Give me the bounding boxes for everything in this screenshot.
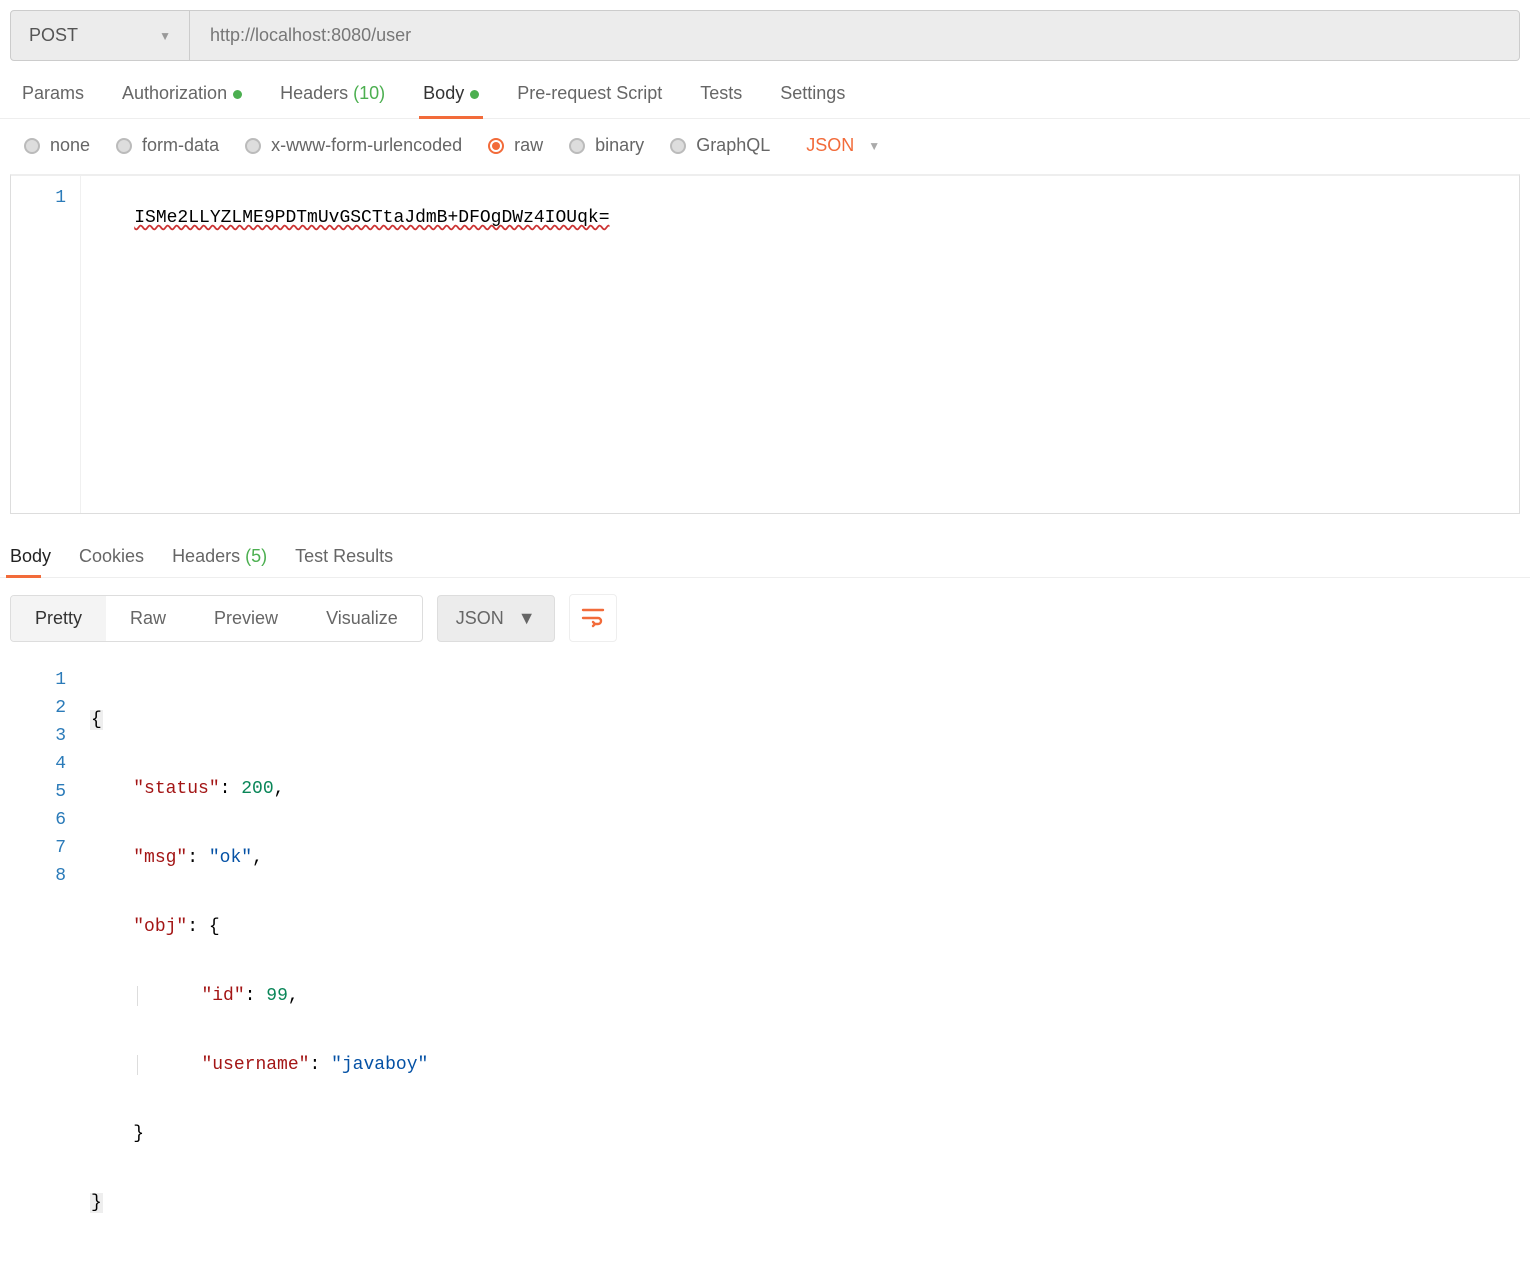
body-type-binary[interactable]: binary — [569, 135, 644, 156]
resp-line: } — [90, 1189, 1510, 1218]
http-method-value: POST — [29, 25, 78, 46]
resp-line: "status": 200, — [90, 775, 1510, 804]
tab-authorization-label: Authorization — [122, 83, 227, 103]
resp-line: "msg": "ok", — [90, 844, 1510, 873]
radio-icon — [116, 138, 132, 154]
body-type-raw-label: raw — [514, 135, 543, 156]
editor-code[interactable]: ISMe2LLYZLME9PDTmUvGSCTtaJdmB+DFOgDWz4IO… — [81, 176, 1519, 513]
status-dot-icon — [470, 90, 479, 99]
chevron-down-icon: ▼ — [868, 139, 880, 153]
request-body-editor[interactable]: 1 ISMe2LLYZLME9PDTmUvGSCTtaJdmB+DFOgDWz4… — [10, 174, 1520, 514]
chevron-down-icon: ▼ — [518, 608, 536, 629]
request-tabs: Params Authorization Headers (10) Body P… — [0, 61, 1530, 119]
view-mode-pretty[interactable]: Pretty — [11, 596, 106, 641]
resp-line: "obj": { — [90, 913, 1510, 942]
line-number: 7 — [10, 834, 66, 862]
radio-icon — [670, 138, 686, 154]
response-body-editor[interactable]: 1 2 3 4 5 6 7 8 { "status": 200, "msg": … — [0, 658, 1530, 1258]
tab-settings[interactable]: Settings — [780, 83, 845, 118]
resp-gutter: 1 2 3 4 5 6 7 8 — [10, 658, 80, 1258]
resp-tab-headers-label: Headers — [172, 546, 240, 566]
tab-headers-label: Headers — [280, 83, 348, 103]
radio-icon — [24, 138, 40, 154]
line-number: 1 — [10, 666, 66, 694]
response-tabs: Body Cookies Headers (5) Test Results — [0, 524, 1530, 578]
wrap-lines-button[interactable] — [569, 594, 617, 642]
line-number: 5 — [10, 778, 66, 806]
line-number: 8 — [10, 862, 66, 890]
line-number: 2 — [10, 694, 66, 722]
body-type-formdata-label: form-data — [142, 135, 219, 156]
view-mode-raw[interactable]: Raw — [106, 596, 190, 641]
tab-authorization[interactable]: Authorization — [122, 83, 242, 118]
tab-body-label: Body — [423, 83, 464, 103]
status-dot-icon — [233, 90, 242, 99]
tab-tests[interactable]: Tests — [700, 83, 742, 118]
wrap-icon — [581, 608, 605, 628]
editor-gutter: 1 — [11, 176, 81, 513]
http-method-select[interactable]: POST ▼ — [10, 10, 190, 61]
view-mode-visualize[interactable]: Visualize — [302, 596, 422, 641]
response-lang-value: JSON — [456, 608, 504, 629]
body-format-select[interactable]: JSON ▼ — [806, 135, 880, 156]
body-line-1: ISMe2LLYZLME9PDTmUvGSCTtaJdmB+DFOgDWz4IO… — [134, 204, 609, 232]
url-input[interactable]: http://localhost:8080/user — [190, 10, 1520, 61]
resp-line: } — [90, 1120, 1510, 1149]
line-number: 6 — [10, 806, 66, 834]
tab-headers-count: (10) — [353, 83, 385, 103]
radio-icon — [245, 138, 261, 154]
response-lang-select[interactable]: JSON ▼ — [437, 595, 555, 642]
body-type-graphql-label: GraphQL — [696, 135, 770, 156]
resp-tab-testresults[interactable]: Test Results — [295, 546, 393, 577]
line-number: 1 — [11, 184, 66, 212]
body-type-row: none form-data x-www-form-urlencoded raw… — [0, 119, 1530, 172]
response-toolbar: Pretty Raw Preview Visualize JSON ▼ — [0, 578, 1530, 658]
resp-line: { — [90, 706, 1510, 735]
resp-tab-cookies[interactable]: Cookies — [79, 546, 144, 577]
line-number: 3 — [10, 722, 66, 750]
body-type-none-label: none — [50, 135, 90, 156]
url-value: http://localhost:8080/user — [210, 25, 411, 45]
view-mode-group: Pretty Raw Preview Visualize — [10, 595, 423, 642]
resp-tab-headers[interactable]: Headers (5) — [172, 546, 267, 577]
resp-code[interactable]: { "status": 200, "msg": "ok", "obj": { "… — [80, 658, 1520, 1258]
line-number: 4 — [10, 750, 66, 778]
tab-headers[interactable]: Headers (10) — [280, 83, 385, 118]
body-type-graphql[interactable]: GraphQL — [670, 135, 770, 156]
body-type-formdata[interactable]: form-data — [116, 135, 219, 156]
radio-selected-icon — [488, 138, 504, 154]
resp-tab-headers-count: (5) — [245, 546, 267, 566]
chevron-down-icon: ▼ — [159, 29, 171, 43]
body-format-value: JSON — [806, 135, 854, 156]
tab-prerequest[interactable]: Pre-request Script — [517, 83, 662, 118]
resp-line: "username": "javaboy" — [90, 1051, 1510, 1080]
body-type-raw[interactable]: raw — [488, 135, 543, 156]
body-type-urlencoded-label: x-www-form-urlencoded — [271, 135, 462, 156]
resp-line: "id": 99, — [90, 982, 1510, 1011]
radio-icon — [569, 138, 585, 154]
body-type-urlencoded[interactable]: x-www-form-urlencoded — [245, 135, 462, 156]
view-mode-preview[interactable]: Preview — [190, 596, 302, 641]
body-type-binary-label: binary — [595, 135, 644, 156]
resp-tab-body[interactable]: Body — [10, 546, 51, 577]
tab-body[interactable]: Body — [423, 83, 479, 118]
tab-params[interactable]: Params — [22, 83, 84, 118]
body-type-none[interactable]: none — [24, 135, 90, 156]
